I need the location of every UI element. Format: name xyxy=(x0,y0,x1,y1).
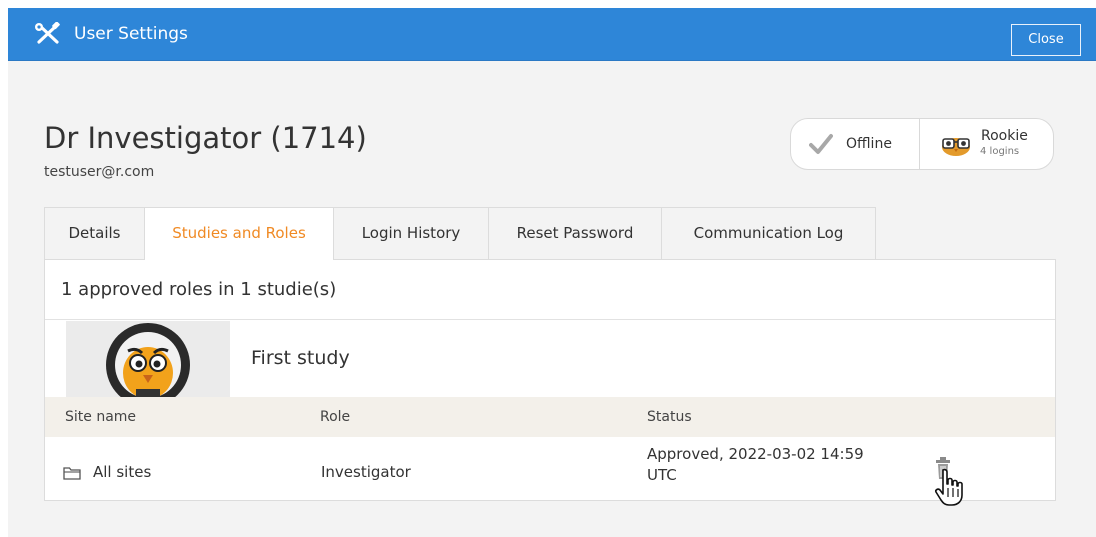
study-name: First study xyxy=(251,347,350,369)
folder-icon xyxy=(63,467,81,480)
dialog-title: User Settings xyxy=(74,24,188,44)
user-email: testuser@r.com xyxy=(44,164,155,180)
badge-divider xyxy=(919,119,920,169)
status-text-line1: Approved, 2022-03-02 14:59 xyxy=(647,445,864,463)
tab-studies-and-roles[interactable]: Studies and Roles xyxy=(144,207,334,260)
study-logo xyxy=(66,321,230,397)
hand-cursor-icon xyxy=(935,468,963,506)
tab-details[interactable]: Details xyxy=(44,207,145,259)
tab-communication-log[interactable]: Communication Log xyxy=(661,207,876,259)
tab-login-history[interactable]: Login History xyxy=(333,207,489,259)
tools-icon xyxy=(35,22,60,44)
login-count-label: 4 logins xyxy=(980,146,1020,157)
close-button[interactable]: Close xyxy=(1011,24,1081,56)
user-status-badges: Offline Rookie 4 logins xyxy=(790,118,1054,170)
role-cell: Investigator xyxy=(321,463,411,481)
column-header-role: Role xyxy=(320,409,351,425)
status-cell: Approved, 2022-03-02 14:59 UTC xyxy=(647,444,907,486)
column-header-status: Status xyxy=(647,409,692,425)
online-status-label: Offline xyxy=(846,136,892,152)
dialog-titlebar: User Settings Close xyxy=(8,8,1096,61)
user-level-label: Rookie xyxy=(981,128,1028,144)
status-text-line2: UTC xyxy=(647,466,677,484)
roles-summary: 1 approved roles in 1 studie(s) xyxy=(45,260,1055,320)
owl-avatar-icon xyxy=(942,138,970,156)
study-logo-image xyxy=(66,321,230,397)
column-header-site-name: Site name xyxy=(65,409,137,425)
tab-reset-password[interactable]: Reset Password xyxy=(488,207,662,259)
checkmark-icon xyxy=(809,134,833,154)
studies-panel: 1 approved roles in 1 studie(s) First st… xyxy=(44,259,1056,506)
user-name-heading: Dr Investigator (1714) xyxy=(44,121,367,155)
site-name-cell: All sites xyxy=(93,463,152,481)
roles-table-header: Site name Role Status xyxy=(45,397,1055,437)
